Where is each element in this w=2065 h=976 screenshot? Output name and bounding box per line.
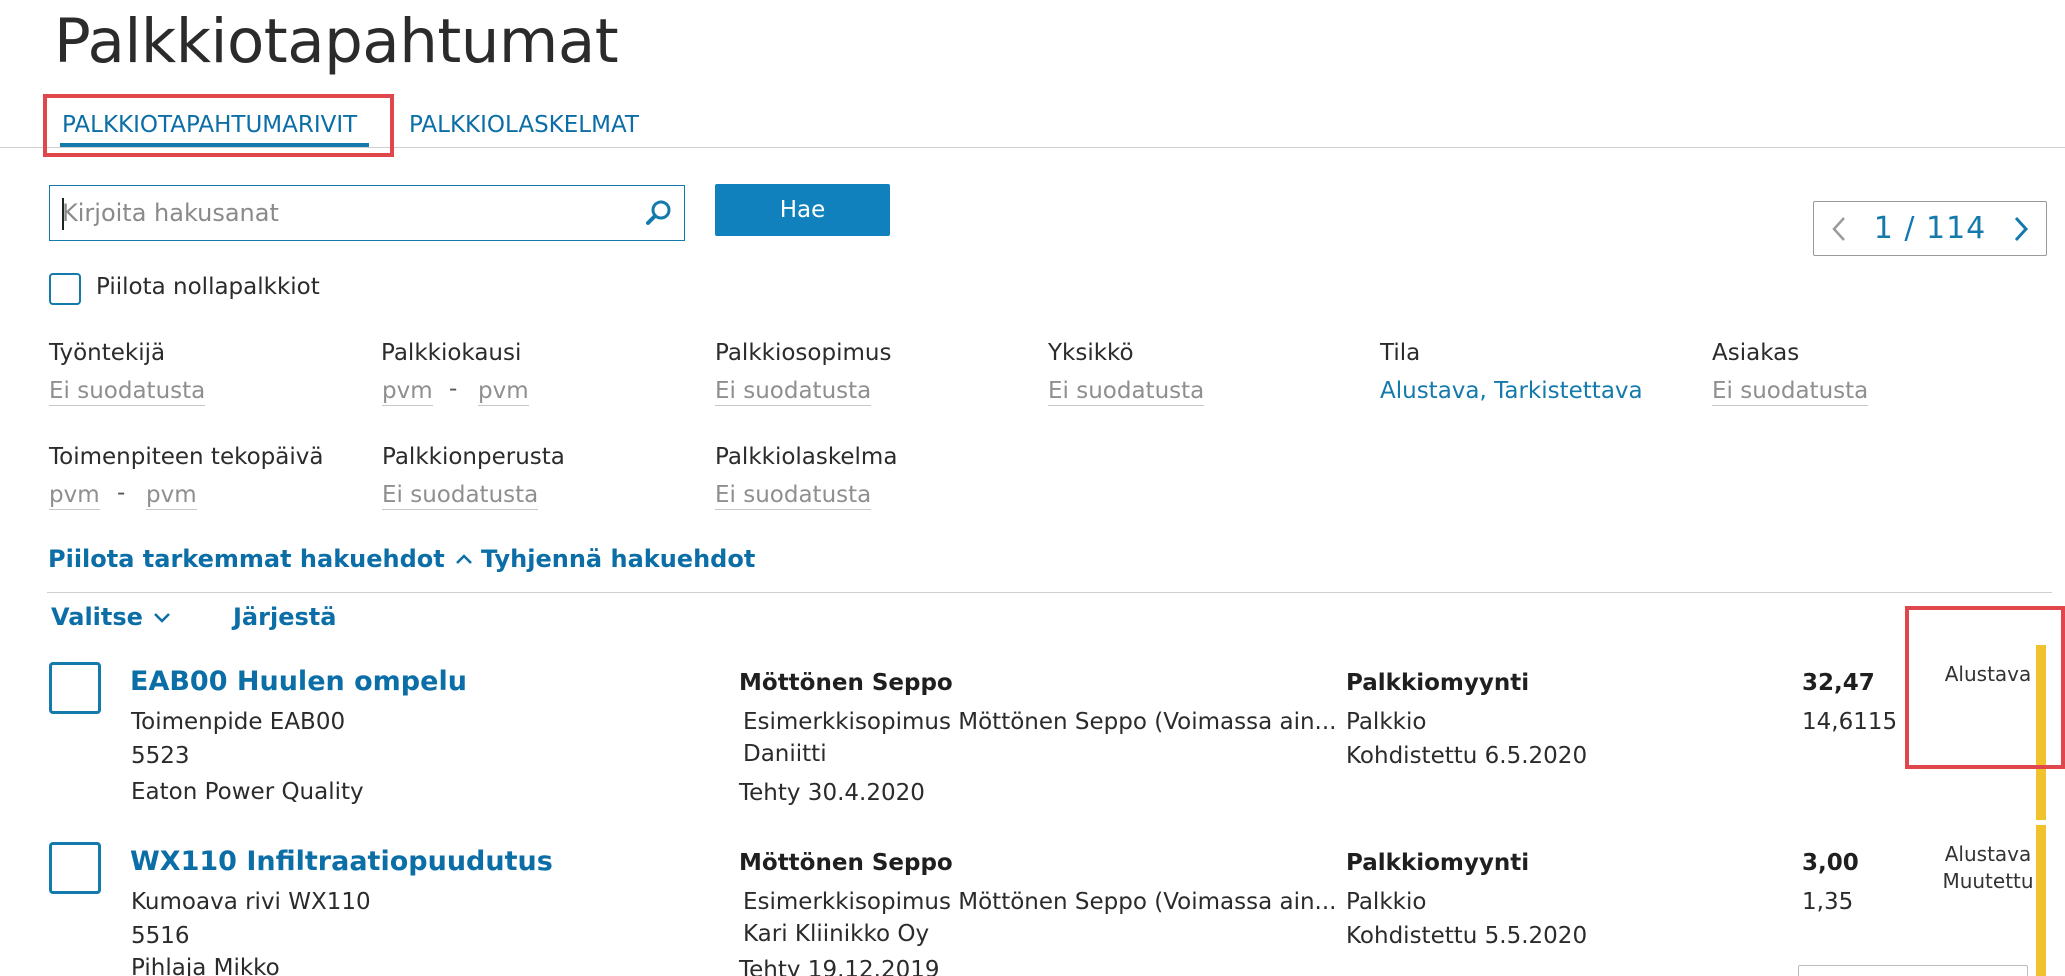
row-2-status-bar — [2036, 825, 2046, 976]
chevron-left-icon[interactable] — [1828, 214, 1850, 244]
row-2-title[interactable]: WX110 Infiltraatiopuudutus — [130, 846, 553, 877]
filter-statement-label: Palkkiolaskelma — [715, 444, 898, 470]
row-2-line1: Kumoava rivi WX110 — [131, 889, 371, 915]
row-2-type: Palkkiomyynti — [1346, 850, 1530, 876]
search-icon[interactable] — [644, 198, 674, 228]
filter-agreement-value[interactable]: Ei suodatusta — [715, 378, 872, 406]
filter-period-separator: - — [449, 376, 458, 402]
hide-advanced-search-toggle[interactable]: Piilota tarkemmat hakuehdot — [48, 545, 473, 573]
filter-unit-label: Yksikkö — [1048, 340, 1134, 366]
text-caret — [62, 198, 64, 230]
row-2-allocated: Kohdistettu 5.5.2020 — [1346, 923, 1588, 949]
filter-period-to[interactable]: pvm — [478, 378, 529, 406]
hide-zero-rewards-label: Piilota nollapalkkiot — [96, 274, 320, 300]
filter-statement-value[interactable]: Ei suodatusta — [715, 482, 872, 510]
row-2-status-secondary: Muutettu — [1942, 869, 2034, 893]
filter-period-from[interactable]: pvm — [382, 378, 433, 406]
chevron-down-icon — [154, 613, 170, 623]
row-1-amount: 32,47 — [1802, 670, 1875, 696]
row-1-party: Daniitti — [743, 741, 827, 767]
page-title: Palkkiotapahtumat — [54, 6, 619, 77]
filter-agreement-label: Palkkiosopimus — [715, 340, 892, 366]
filter-customer-label: Asiakas — [1712, 340, 1800, 366]
select-dropdown[interactable]: Valitse — [51, 603, 171, 631]
row-2-status: Alustava Muutettu — [1923, 841, 2053, 895]
row-2-person: Möttönen Seppo — [739, 850, 953, 876]
sort-link[interactable]: Järjestä — [233, 603, 336, 631]
row-1-agreement: Esimerkkisopimus Möttönen Seppo (Voimass… — [743, 709, 1337, 735]
tab-highlight-box — [43, 94, 394, 157]
filter-period-label: Palkkiokausi — [381, 340, 522, 366]
row-2-action-box[interactable] — [1798, 965, 2028, 976]
chevron-right-icon[interactable] — [2010, 214, 2032, 244]
row-2-status-primary: Alustava — [1944, 842, 2032, 866]
filter-state-label: Tila — [1380, 340, 1421, 366]
hide-advanced-search-label: Piilota tarkemmat hakuehdot — [48, 545, 445, 573]
row-2-party: Kari Kliinikko Oy — [743, 921, 930, 947]
results-divider — [47, 592, 2052, 593]
tab-palkkiolaskelmat[interactable]: PALKKIOLASKELMAT — [409, 112, 639, 138]
search-button[interactable]: Hae — [715, 184, 890, 236]
hide-zero-rewards-checkbox[interactable] — [49, 273, 81, 305]
filter-unit-value[interactable]: Ei suodatusta — [1048, 378, 1205, 406]
row-2-amount: 3,00 — [1802, 850, 1859, 876]
filter-action-date-from[interactable]: pvm — [49, 482, 100, 510]
row-1-title[interactable]: EAB00 Huulen ompelu — [130, 666, 467, 697]
row-1-line3: Eaton Power Quality — [131, 779, 364, 805]
row-2-checkbox[interactable] — [49, 842, 101, 894]
row-2-done-date: Tehty 19.12.2019 — [739, 957, 940, 976]
filter-basis-label: Palkkionperusta — [382, 444, 565, 470]
row-1-line1: Toimenpide EAB00 — [131, 709, 346, 735]
row-2-kind: Palkkio — [1346, 889, 1427, 915]
row-2-line3: Pihlaja Mikko — [131, 955, 280, 976]
row-1-person: Möttönen Seppo — [739, 670, 953, 696]
page-indicator: 1 / 114 — [1873, 211, 1987, 246]
clear-filters-link[interactable]: Tyhjennä hakuehdot — [481, 545, 755, 573]
filter-employee-label: Työntekijä — [49, 340, 166, 366]
filter-employee-value[interactable]: Ei suodatusta — [49, 378, 206, 406]
row-2-line2: 5516 — [131, 923, 190, 949]
row-2-reward: 1,35 — [1802, 889, 1854, 915]
chevron-up-icon — [455, 554, 472, 564]
status-highlight-box — [1905, 606, 2065, 769]
row-1-kind: Palkkio — [1346, 709, 1427, 735]
row-1-reward: 14,6115 — [1802, 709, 1898, 735]
row-1-type: Palkkiomyynti — [1346, 670, 1530, 696]
filter-state-value[interactable]: Alustava, Tarkistettava — [1380, 378, 1643, 404]
select-label: Valitse — [51, 603, 143, 631]
filter-customer-value[interactable]: Ei suodatusta — [1712, 378, 1869, 406]
filter-basis-value[interactable]: Ei suodatusta — [382, 482, 539, 510]
row-2-agreement: Esimerkkisopimus Möttönen Seppo (Voimass… — [743, 889, 1337, 915]
search-input[interactable] — [62, 194, 622, 232]
search-box — [49, 185, 685, 241]
row-1-checkbox[interactable] — [49, 662, 101, 714]
row-1-line2: 5523 — [131, 743, 190, 769]
filter-action-date-separator: - — [117, 480, 126, 506]
filter-action-date-to[interactable]: pvm — [146, 482, 197, 510]
pager: 1 / 114 — [1813, 201, 2047, 256]
row-1-allocated: Kohdistettu 6.5.2020 — [1346, 743, 1588, 769]
filter-action-date-label: Toimenpiteen tekopäivä — [49, 444, 324, 470]
row-1-done-date: Tehty 30.4.2020 — [739, 780, 925, 806]
